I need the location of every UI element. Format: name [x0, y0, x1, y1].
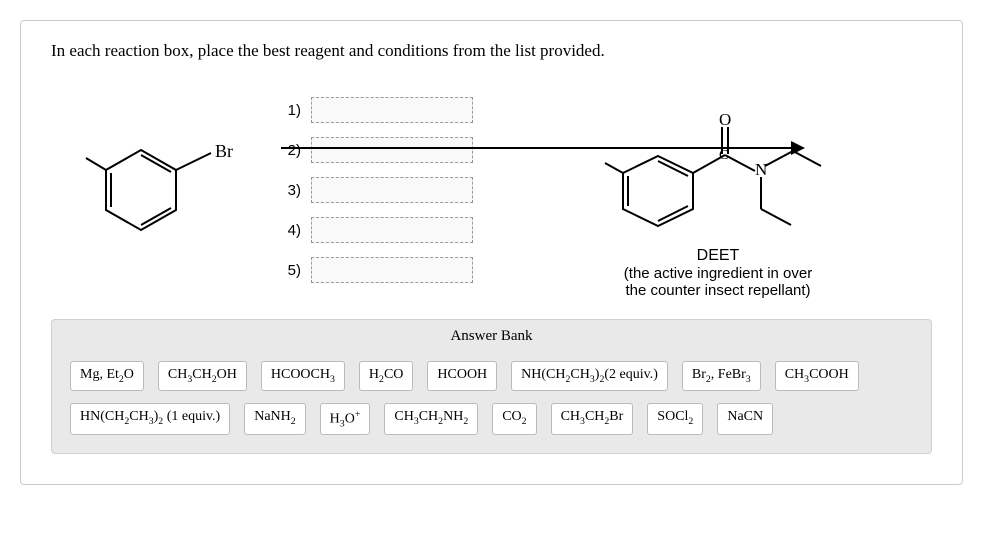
reagent-chip[interactable]: CO2	[492, 403, 536, 435]
reagent-chip[interactable]: NaNH2	[244, 403, 305, 435]
question-prompt: In each reaction box, place the best rea…	[51, 41, 932, 61]
reagent-chip[interactable]: SOCl2	[647, 403, 703, 435]
question-container: In each reaction box, place the best rea…	[20, 20, 963, 485]
reagent-slot-2[interactable]	[311, 137, 473, 163]
reagent-chip[interactable]: NaCN	[717, 403, 773, 435]
step-label-3: 3)	[281, 182, 301, 199]
answer-bank: Answer Bank Mg, Et2O CH3CH2OH HCOOCH3 H2CO H…	[51, 319, 932, 454]
reagent-chip[interactable]: CH3CH2Br	[551, 403, 634, 435]
reagent-chip[interactable]: CH3CH2OH	[158, 361, 247, 391]
reactant-structure: Br	[81, 115, 261, 265]
answer-bank-title: Answer Bank	[52, 320, 931, 353]
answer-bank-row-1: Mg, Et2O CH3CH2OH HCOOCH3 H2CO HCOOH NH(CH2CH…	[70, 361, 913, 391]
reaction-scheme: Br 1) 2) 3) 4) 5)	[51, 81, 932, 299]
product-desc-1: (the active ingredient in over	[624, 265, 812, 282]
reagent-chip[interactable]: NH(CH2CH3)2(2 equiv.)	[511, 361, 668, 391]
reagent-chip[interactable]: HCOOH	[427, 361, 497, 391]
product-name: DEET	[624, 247, 812, 265]
reagent-chip[interactable]: HN(CH2CH3)2 (1 equiv.)	[70, 403, 230, 435]
reagent-slot-4[interactable]	[311, 217, 473, 243]
reagent-slot-5[interactable]	[311, 257, 473, 283]
reagent-chip[interactable]: Mg, Et2O	[70, 361, 144, 391]
reagent-slot-3[interactable]	[311, 177, 473, 203]
oxygen-label: O	[719, 111, 731, 129]
svg-text:C: C	[719, 148, 728, 163]
reagent-chip[interactable]: CH3COOH	[775, 361, 859, 391]
reagent-chip[interactable]: CH3CH2NH2	[384, 403, 478, 435]
product-column: O N C DEET (the active ingredient in ove…	[603, 111, 833, 299]
reagent-chip[interactable]: Br2, FeBr3	[682, 361, 761, 391]
nitrogen-label: N	[755, 160, 767, 179]
product-desc-2: the counter insect repellant)	[624, 282, 812, 299]
reagent-chip[interactable]: HCOOCH3	[261, 361, 345, 391]
reagent-chip[interactable]: H3O+	[320, 403, 371, 435]
reagent-chip[interactable]: H2CO	[359, 361, 413, 391]
step-label-1: 1)	[281, 102, 301, 119]
step-label-4: 4)	[281, 222, 301, 239]
product-structure: O N C	[603, 111, 833, 241]
step-label-2: 2)	[281, 142, 301, 159]
br-label: Br	[215, 141, 233, 161]
step-label-5: 5)	[281, 262, 301, 279]
product-caption: DEET (the active ingredient in over the …	[624, 247, 812, 299]
answer-bank-row-2: HN(CH2CH3)2 (1 equiv.) NaNH2 H3O+ CH3CH2NH2…	[70, 403, 913, 435]
reaction-arrow	[281, 147, 803, 149]
reagent-slot-1[interactable]	[311, 97, 473, 123]
reagent-steps: 1) 2) 3) 4) 5)	[281, 94, 473, 286]
